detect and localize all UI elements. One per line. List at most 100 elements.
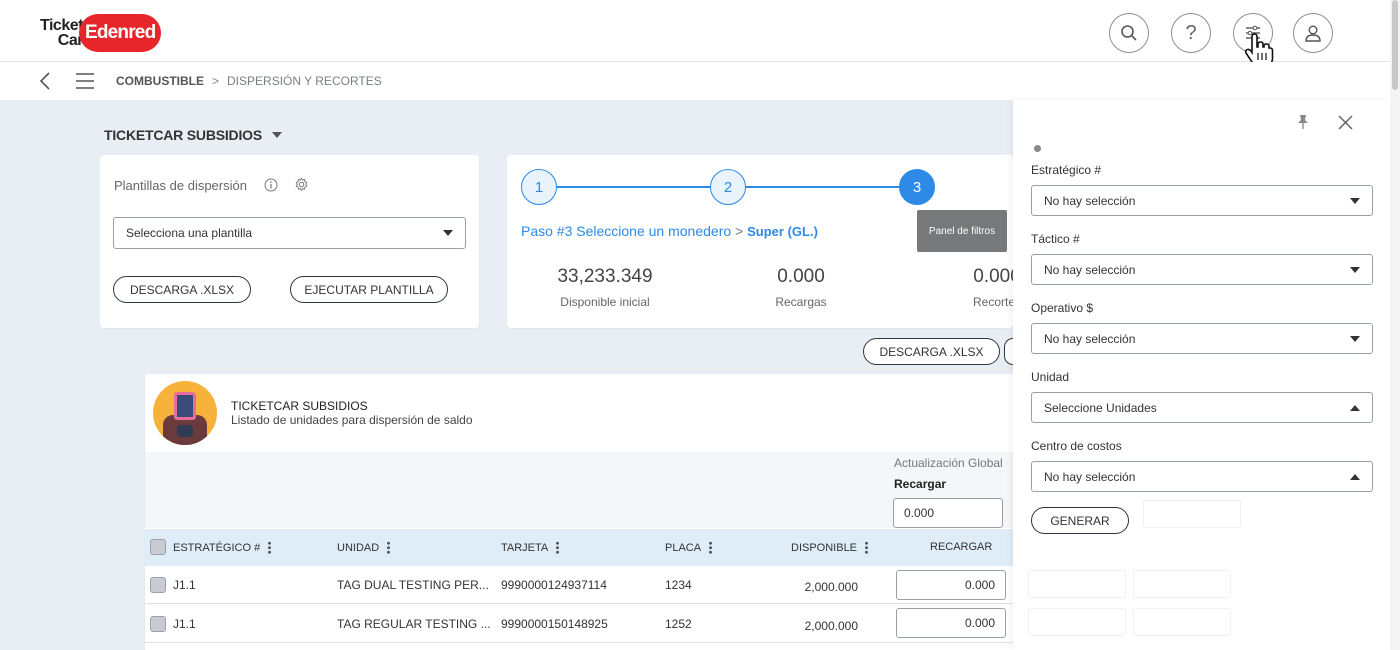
col-disponible-label: DISPONIBLE bbox=[791, 541, 858, 554]
kebab-icon[interactable] bbox=[268, 541, 272, 554]
templates-title: Plantillas de dispersión bbox=[114, 178, 247, 193]
templates-card: Plantillas de dispersión Selecciona una … bbox=[100, 155, 479, 328]
cell-disponible: 2,000.000 bbox=[804, 619, 858, 633]
step-1[interactable]: 1 bbox=[521, 169, 557, 205]
row-recargar-input[interactable]: 0.000 bbox=[896, 570, 1006, 600]
list-title: TICKETCAR SUBSIDIOS bbox=[231, 399, 368, 413]
cell-tarjeta: 9990000150148925 bbox=[501, 617, 608, 631]
template-select[interactable]: Selecciona una plantilla bbox=[113, 217, 466, 249]
page-scrollbar[interactable] bbox=[1390, 0, 1400, 650]
search-icon bbox=[1121, 25, 1137, 41]
chevron-down-icon bbox=[1350, 197, 1360, 204]
download-xlsx-button-2[interactable]: DESCARGA .XLSX bbox=[863, 338, 1000, 365]
kebab-icon[interactable] bbox=[556, 541, 560, 554]
filter-unidad-value: Seleccione Unidades bbox=[1044, 400, 1157, 415]
step-3[interactable]: 3 bbox=[899, 169, 935, 205]
help-button[interactable]: ? bbox=[1171, 13, 1211, 53]
row-checkbox[interactable] bbox=[150, 616, 166, 632]
ticketcar-logo[interactable]: Ticket Car Edenred bbox=[40, 14, 162, 52]
partial-button[interactable] bbox=[1004, 338, 1013, 365]
chevron-up-icon bbox=[1350, 473, 1360, 480]
step-connector bbox=[555, 186, 725, 188]
col-placa[interactable]: PLACA bbox=[665, 541, 713, 554]
col-disponible[interactable]: DISPONIBLE bbox=[791, 541, 869, 554]
filter-centro-costos-select[interactable]: No hay selección bbox=[1031, 461, 1373, 492]
stat-cuts-value: 0.000 bbox=[973, 266, 1013, 287]
stat-recharges: 0.000 Recargas bbox=[751, 266, 851, 309]
filter-panel: Estratégico # No hay selección Táctico #… bbox=[1013, 100, 1390, 650]
table-row[interactable]: J1.1 TAG REGULAR TESTING ... 99900001501… bbox=[145, 605, 1013, 643]
edenred-logo: Edenred bbox=[78, 14, 162, 52]
company-avatar bbox=[153, 381, 217, 445]
cell-placa: 1234 bbox=[665, 578, 692, 592]
search-button[interactable] bbox=[1109, 13, 1149, 53]
table-header: ESTRATÉGICO # UNIDAD TARJETA PLACA DISPO… bbox=[145, 529, 1013, 566]
menu-icon[interactable] bbox=[75, 72, 95, 90]
ghost-input bbox=[1028, 608, 1126, 636]
run-template-button[interactable]: EJECUTAR PLANTILLA bbox=[290, 276, 448, 303]
scrollbar-thumb[interactable] bbox=[1392, 0, 1398, 90]
top-bar: Ticket Car Edenred ? bbox=[0, 0, 1390, 67]
breadcrumb: COMBUSTIBLE > DISPERSIÓN Y RECORTES bbox=[116, 74, 382, 88]
filter-panel-tooltip: Panel de filtros bbox=[917, 210, 1007, 252]
company-selector[interactable]: TICKETCAR SUBSIDIOS bbox=[104, 127, 282, 143]
logo-line2: Car bbox=[57, 32, 84, 49]
cell-estrategico: J1.1 bbox=[173, 578, 196, 592]
pin-icon[interactable] bbox=[1297, 114, 1309, 130]
step-title: Paso #3 Seleccione un monedero > Super (… bbox=[521, 223, 818, 239]
filter-estrategico-value: No hay selección bbox=[1044, 193, 1136, 208]
filter-tactico-label: Táctico # bbox=[1031, 232, 1080, 246]
chevron-down-icon bbox=[443, 230, 453, 236]
breadcrumb-combustible[interactable]: COMBUSTIBLE bbox=[116, 74, 204, 88]
cell-placa: 1252 bbox=[665, 617, 692, 631]
kebab-icon[interactable] bbox=[865, 541, 869, 554]
stat-cuts-label: Recortes bbox=[972, 295, 1013, 309]
info-icon[interactable] bbox=[264, 178, 278, 192]
kebab-icon[interactable] bbox=[387, 541, 391, 554]
global-recargar-input[interactable]: 0.000 bbox=[893, 498, 1003, 528]
row-recargar-input[interactable]: 0.000 bbox=[896, 608, 1006, 638]
row-checkbox[interactable] bbox=[150, 577, 166, 593]
filter-operativo-label: Operativo $ bbox=[1031, 301, 1094, 315]
col-estrategico[interactable]: ESTRATÉGICO # bbox=[173, 541, 272, 554]
ghost-input bbox=[1133, 570, 1231, 598]
stat-initial-value: 33,233.349 bbox=[557, 266, 653, 287]
filter-unidad-select[interactable]: Seleccione Unidades bbox=[1031, 392, 1373, 423]
col-unidad-label: UNIDAD bbox=[337, 541, 380, 554]
logo-line1: Ticket bbox=[40, 17, 83, 34]
filter-estrategico-select[interactable]: No hay selección bbox=[1031, 185, 1373, 216]
recargar-label: Recargar bbox=[894, 477, 947, 491]
download-xlsx-button[interactable]: DESCARGA .XLSX bbox=[113, 276, 251, 303]
kebab-icon[interactable] bbox=[709, 541, 713, 554]
filter-operativo-select[interactable]: No hay selección bbox=[1031, 323, 1373, 354]
col-placa-label: PLACA bbox=[665, 541, 702, 554]
filter-tactico-select[interactable]: No hay selección bbox=[1031, 254, 1373, 285]
close-icon[interactable] bbox=[1338, 115, 1353, 130]
back-arrow-icon[interactable] bbox=[38, 72, 52, 90]
filter-centro-costos-label: Centro de costos bbox=[1031, 439, 1122, 453]
list-subtitle: Listado de unidades para dispersión de s… bbox=[231, 413, 473, 427]
cell-estrategico: J1.1 bbox=[173, 617, 196, 631]
breadcrumb-separator: > bbox=[212, 74, 220, 88]
col-recargar: RECARGAR bbox=[930, 541, 992, 553]
col-tarjeta-label: TARJETA bbox=[501, 541, 549, 554]
chevron-down-icon bbox=[1350, 335, 1360, 342]
generate-button[interactable]: GENERAR bbox=[1031, 507, 1129, 534]
filter-estrategico-label: Estratégico # bbox=[1031, 163, 1102, 177]
ghost-input bbox=[1143, 500, 1241, 528]
logo-text: Ticket Car bbox=[40, 17, 84, 49]
user-button[interactable] bbox=[1293, 13, 1333, 53]
gear-icon[interactable] bbox=[294, 177, 309, 192]
stat-recharges-label: Recargas bbox=[775, 295, 827, 309]
select-all-checkbox[interactable] bbox=[150, 539, 166, 555]
company-name: TICKETCAR SUBSIDIOS bbox=[104, 127, 262, 143]
filter-unidad-label: Unidad bbox=[1031, 370, 1070, 384]
chevron-up-icon bbox=[1350, 404, 1360, 411]
chevron-down-icon bbox=[1350, 266, 1360, 273]
template-select-value: Selecciona una plantilla bbox=[126, 226, 253, 240]
table-row[interactable]: J1.1 TAG DUAL TESTING PER... 99900001249… bbox=[145, 566, 1013, 604]
step-2[interactable]: 2 bbox=[710, 169, 746, 205]
col-tarjeta[interactable]: TARJETA bbox=[501, 541, 560, 554]
col-unidad[interactable]: UNIDAD bbox=[337, 541, 391, 554]
cell-unidad: TAG REGULAR TESTING ... bbox=[337, 617, 491, 631]
